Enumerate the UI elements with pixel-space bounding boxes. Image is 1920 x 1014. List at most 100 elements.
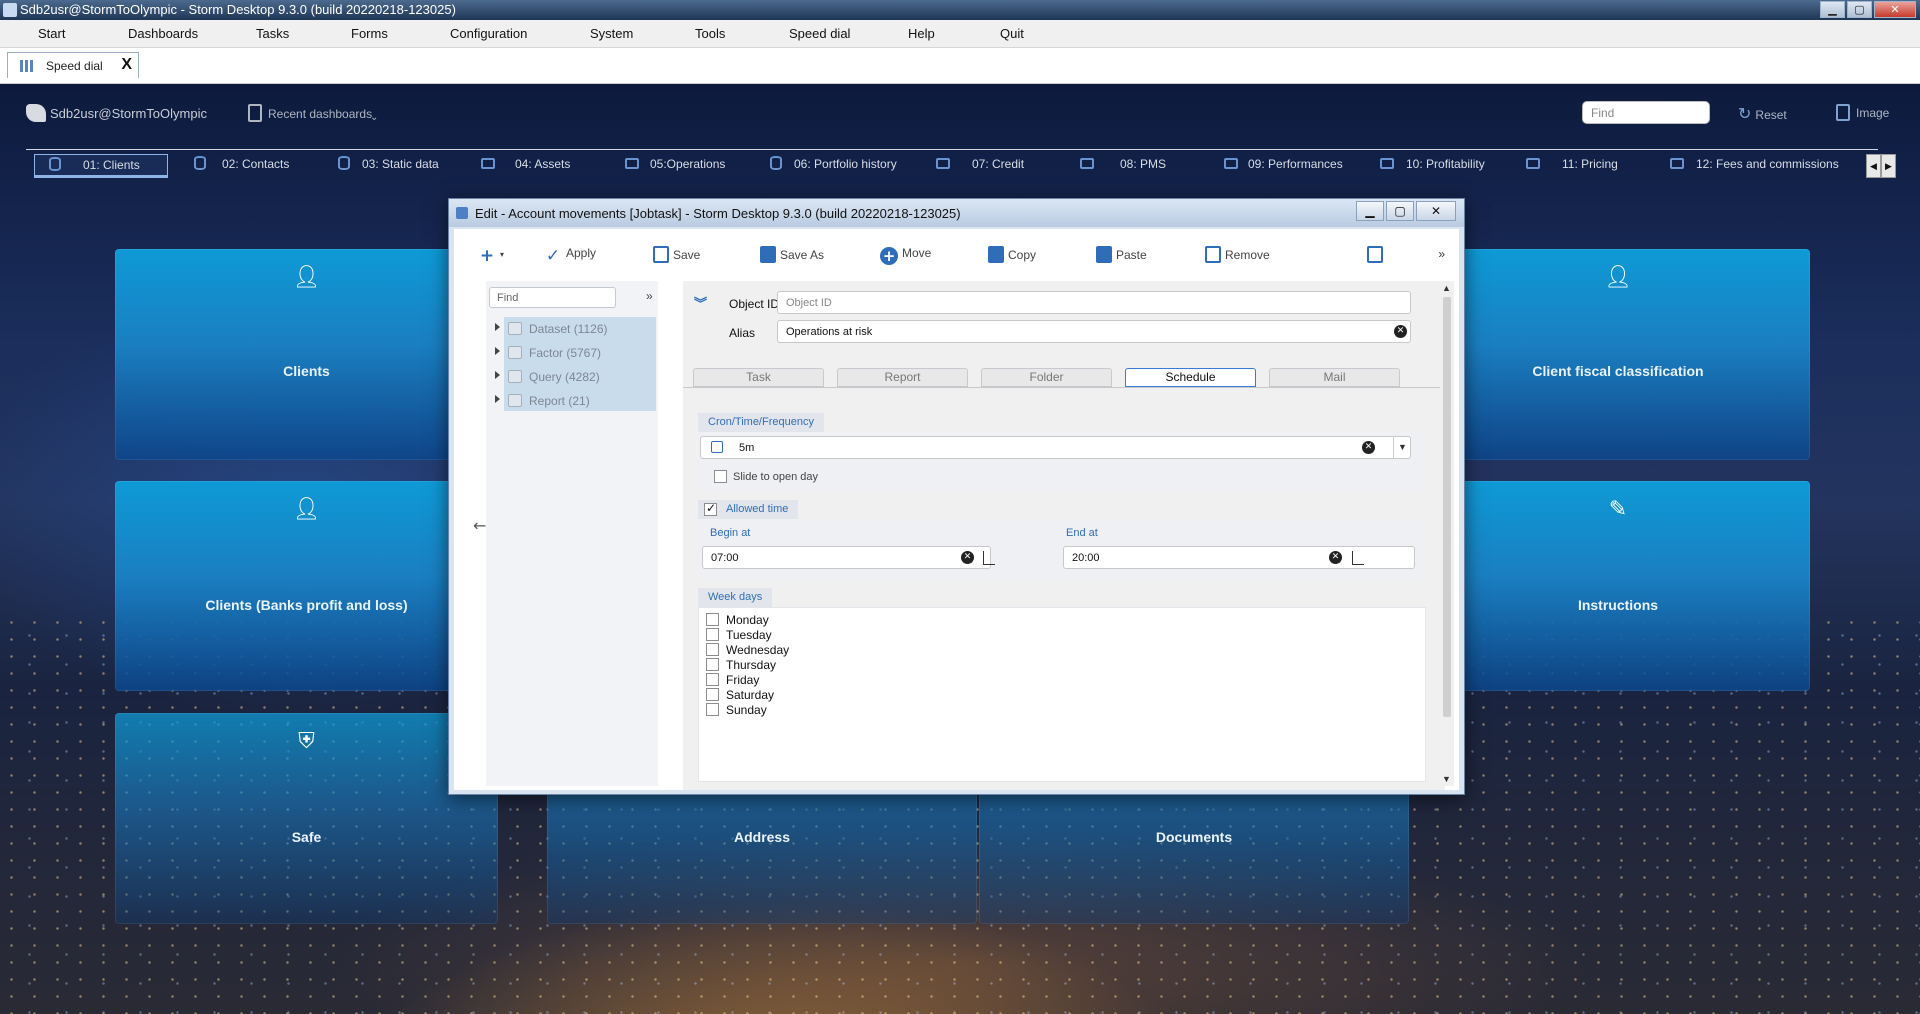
menu-system[interactable]: System xyxy=(590,26,633,41)
user-name: Sdb2usr@StormToOlympic xyxy=(50,106,207,121)
allowed-time-checkbox[interactable] xyxy=(704,501,717,516)
scroll-right-arrow[interactable]: ▶ xyxy=(1881,154,1896,178)
tile-clients-banks-pl[interactable]: 👤︎ Clients (Banks profit and loss) xyxy=(115,481,498,691)
weekday-label: Saturday xyxy=(726,688,775,702)
expand-icon[interactable] xyxy=(495,347,500,355)
save-label: Save xyxy=(673,248,701,262)
clear-icon[interactable]: ✕ xyxy=(1329,551,1342,564)
object-id-input[interactable]: Object ID xyxy=(777,291,1411,314)
menu-start[interactable]: Start xyxy=(38,26,65,41)
slide-open-day-checkbox[interactable] xyxy=(714,470,727,483)
tab-speed-dial[interactable]: Speed dial X xyxy=(7,52,139,78)
scroll-down-arrow[interactable]: ▼ xyxy=(1442,774,1451,784)
move-label: Move xyxy=(902,246,932,260)
clear-icon[interactable]: ✕ xyxy=(1362,441,1375,454)
time-picker-icon[interactable] xyxy=(1352,551,1364,565)
weekday-checkbox[interactable] xyxy=(706,688,719,701)
tree-item-factor[interactable]: Factor (5767) xyxy=(495,341,656,365)
collapse-header-icon[interactable]: ︾ xyxy=(694,293,707,312)
tree-collapse-button[interactable]: » xyxy=(646,289,653,303)
save-button[interactable]: Save xyxy=(653,246,700,263)
cron-input[interactable]: 5m xyxy=(700,436,1411,459)
tile-safe[interactable]: ⛨ Safe xyxy=(115,713,498,924)
menu-configuration[interactable]: Configuration xyxy=(450,26,527,41)
image-button[interactable]: Image xyxy=(1836,104,1889,121)
remove-button[interactable]: Remove xyxy=(1205,246,1270,263)
asset-icon xyxy=(1380,158,1394,169)
dialog-minimize-button[interactable]: ▁ xyxy=(1356,201,1384,221)
scroll-left-arrow[interactable]: ◀ xyxy=(1866,154,1881,178)
menu-quit[interactable]: Quit xyxy=(1000,26,1024,41)
weekday-checkbox[interactable] xyxy=(706,613,719,626)
weekday-checkbox[interactable] xyxy=(706,628,719,641)
object-id-label: Object ID xyxy=(729,297,780,311)
weekday-label: Tuesday xyxy=(726,628,772,642)
minimize-button[interactable]: ▁ xyxy=(1820,1,1845,18)
report-button[interactable] xyxy=(1367,246,1387,263)
reset-label: Reset xyxy=(1755,108,1787,122)
menu-tools[interactable]: Tools xyxy=(695,26,725,41)
paste-button[interactable]: Paste xyxy=(1096,246,1147,263)
query-icon xyxy=(508,370,522,383)
tree-find-input[interactable]: Find xyxy=(489,287,616,308)
dashboard-tab-label: 01: Clients xyxy=(83,158,140,172)
expand-icon[interactable] xyxy=(495,371,500,379)
tree-item-report[interactable]: Report (21) xyxy=(495,389,656,413)
tile-client-fiscal-classification[interactable]: 👤︎ Client fiscal classification xyxy=(1426,249,1810,460)
dashboard-find-input[interactable]: Find xyxy=(1582,101,1710,124)
menu-speed-dial[interactable]: Speed dial xyxy=(789,26,850,41)
reset-button[interactable]: ↻ Reset xyxy=(1738,104,1787,124)
alias-input[interactable]: Operations at risk xyxy=(777,320,1411,343)
close-button[interactable]: ✕ xyxy=(1874,1,1916,18)
tile-clients[interactable]: 👤︎ Clients xyxy=(115,249,498,460)
begin-at-input[interactable]: 07:00 xyxy=(702,546,991,569)
time-picker-icon[interactable] xyxy=(983,551,995,565)
chart-icon xyxy=(1080,158,1094,169)
move-button[interactable]: + Move xyxy=(880,246,931,265)
close-tab-icon[interactable]: X xyxy=(121,56,132,74)
tab-folder[interactable]: Folder xyxy=(981,368,1112,387)
menu-dashboards[interactable]: Dashboards xyxy=(128,26,198,41)
tab-mail[interactable]: Mail xyxy=(1269,368,1400,387)
scroll-up-arrow[interactable]: ▲ xyxy=(1442,283,1451,293)
add-button[interactable]: + ▾ xyxy=(478,246,504,265)
tab-report[interactable]: Report xyxy=(837,368,968,387)
copy-button[interactable]: Copy xyxy=(988,246,1036,263)
asset-icon xyxy=(936,158,950,169)
tab-schedule[interactable]: Schedule xyxy=(1125,368,1256,387)
tile-instructions[interactable]: ✎ Instructions xyxy=(1426,481,1810,691)
tile-label: Address xyxy=(733,829,791,845)
asset-icon xyxy=(1526,158,1540,169)
weekday-label: Wednesday xyxy=(726,643,790,657)
weekday-checkbox[interactable] xyxy=(706,703,719,716)
weekday-checkbox[interactable] xyxy=(706,673,719,686)
clear-icon[interactable]: ✕ xyxy=(961,551,974,564)
maximize-button[interactable]: ▢ xyxy=(1847,1,1872,18)
end-at-label: End at xyxy=(1066,527,1098,539)
clear-icon[interactable]: ✕ xyxy=(1394,325,1407,338)
trash-icon xyxy=(1205,246,1221,263)
dialog-maximize-button[interactable]: ▢ xyxy=(1386,201,1414,221)
tree-item-dataset[interactable]: Dataset (1126) xyxy=(495,317,656,341)
tree-item-query[interactable]: Query (4282) xyxy=(495,365,656,389)
dialog-close-button[interactable]: ✕ xyxy=(1416,201,1456,221)
tab-task[interactable]: Task xyxy=(693,368,824,387)
weekday-checkbox[interactable] xyxy=(706,658,719,671)
back-arrow-icon[interactable]: ← xyxy=(473,516,486,535)
menu-tasks[interactable]: Tasks xyxy=(256,26,289,41)
expand-icon[interactable] xyxy=(495,395,500,403)
cron-dropdown-arrow[interactable]: ▼ xyxy=(1393,436,1411,459)
tablet-icon xyxy=(248,104,262,122)
toolbar-more-button[interactable]: » xyxy=(1438,247,1445,261)
save-as-button[interactable]: Save As xyxy=(760,246,824,263)
menu-help[interactable]: Help xyxy=(908,26,935,41)
save-as-label: Save As xyxy=(780,248,825,262)
apply-button[interactable]: ✓ Apply xyxy=(544,246,596,265)
expand-icon[interactable] xyxy=(495,323,500,331)
menu-forms[interactable]: Forms xyxy=(351,26,388,41)
alias-label: Alias xyxy=(729,326,756,340)
weekday-checkbox[interactable] xyxy=(706,643,719,656)
scroll-thumb[interactable] xyxy=(1443,297,1451,717)
dashboard-tab-01[interactable]: 01: Clients xyxy=(34,154,168,178)
form-scrollbar[interactable]: ▲ ▼ xyxy=(1440,281,1454,786)
